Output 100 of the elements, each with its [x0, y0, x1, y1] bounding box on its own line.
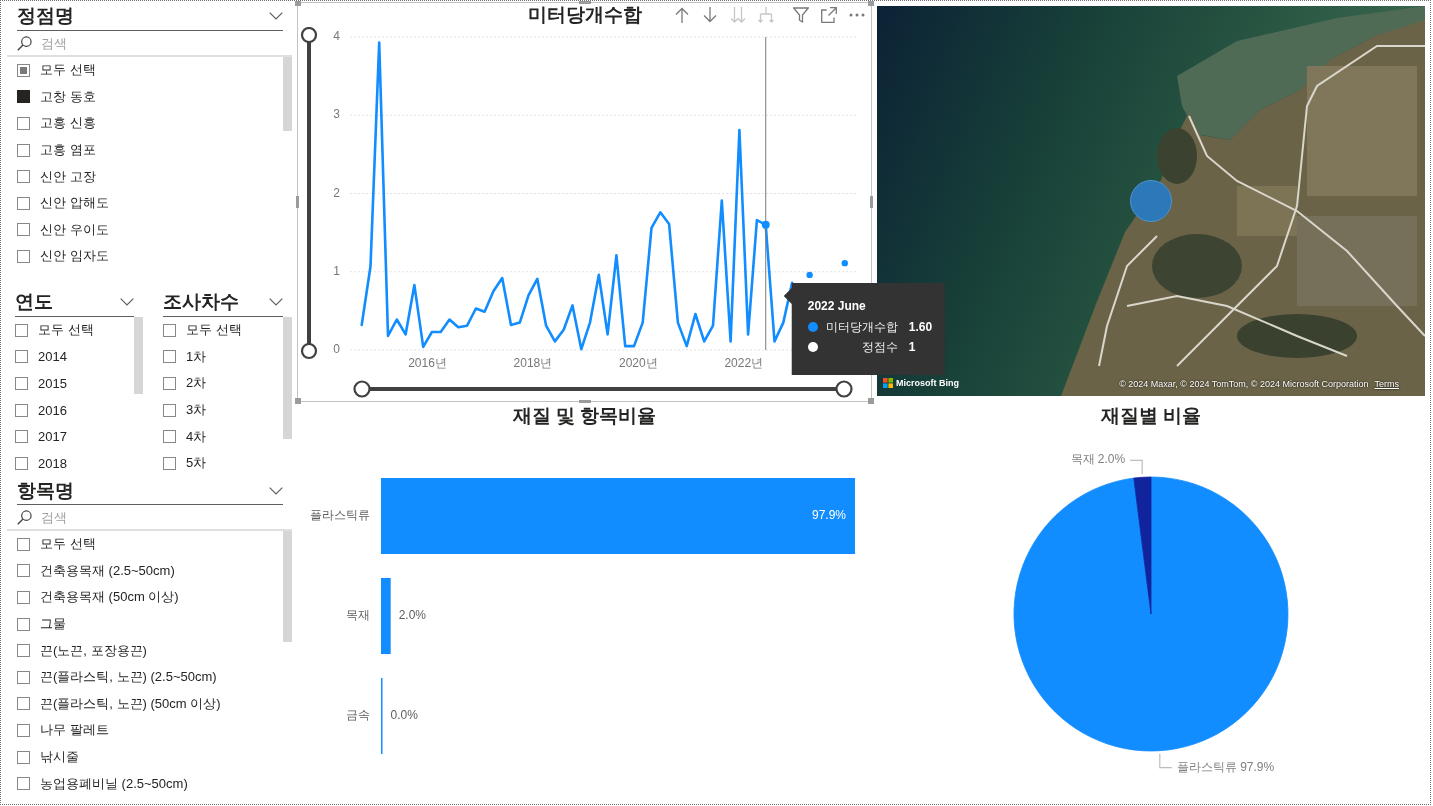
- slicer-option[interactable]: 5차: [163, 449, 207, 477]
- scrollbar[interactable]: [134, 317, 143, 394]
- axis-label: 0: [333, 342, 340, 357]
- data-label: 97.9%: [811, 508, 846, 523]
- slicer-option[interactable]: 끈(플라스틱, 노끈) (50cm 이상): [17, 690, 221, 718]
- slicer-option[interactable]: 그물: [17, 610, 66, 638]
- slicer-option[interactable]: 끈(플라스틱, 노끈) (2.5~50cm): [17, 663, 217, 691]
- pop-out-icon[interactable]: [821, 7, 837, 23]
- arrow-up-icon[interactable]: [674, 7, 690, 23]
- slicer-option[interactable]: 고흥 염포: [17, 136, 96, 164]
- slicer-option[interactable]: 2차: [163, 370, 207, 397]
- checkbox[interactable]: [17, 170, 30, 184]
- checkbox[interactable]: [17, 564, 30, 578]
- bubble-marker-icon[interactable]: [1130, 180, 1172, 222]
- checkbox[interactable]: [17, 143, 30, 157]
- scrollbar[interactable]: [283, 531, 292, 642]
- slicer-option[interactable]: 나무 팔레트: [17, 717, 109, 744]
- scrollbar[interactable]: [283, 57, 292, 131]
- checkbox[interactable]: [163, 377, 176, 390]
- checkbox[interactable]: [163, 430, 176, 444]
- chevron-down-icon[interactable]: [120, 298, 134, 306]
- search-field[interactable]: 검색: [41, 508, 161, 526]
- resize-handle[interactable]: [295, 1, 301, 6]
- checkbox[interactable]: [17, 63, 30, 77]
- slicer-option[interactable]: 모두 선택: [163, 317, 242, 344]
- slicer-option[interactable]: 2015: [15, 370, 67, 397]
- slicer-option[interactable]: 고흥 신흥: [17, 110, 96, 137]
- chart-title: 재질별 비율: [1100, 404, 1202, 428]
- checkbox[interactable]: [17, 644, 30, 658]
- checkbox[interactable]: [15, 403, 28, 417]
- axis-label: 1: [333, 263, 340, 278]
- checkbox[interactable]: [17, 617, 30, 631]
- checkbox[interactable]: [163, 323, 176, 337]
- checkbox[interactable]: [17, 196, 30, 210]
- slicer-option[interactable]: 2017: [15, 423, 67, 450]
- checkbox[interactable]: [17, 90, 30, 104]
- slicer-option[interactable]: 고창 동호: [17, 83, 96, 111]
- pie-slice[interactable]: [1133, 476, 1152, 615]
- data-label: 목재 2.0%: [1070, 452, 1126, 467]
- category-label: 플라스틱류: [310, 508, 370, 523]
- checkbox[interactable]: [17, 591, 30, 604]
- slicer-title: 항목명: [17, 480, 74, 502]
- checkbox[interactable]: [15, 377, 28, 390]
- resize-handle[interactable]: [296, 196, 299, 208]
- tooltip-value: 1: [908, 340, 917, 354]
- slicer-option[interactable]: 신안 임자도: [17, 243, 109, 270]
- slicer-option[interactable]: 2014: [15, 343, 67, 371]
- slicer-option[interactable]: 3차: [163, 396, 207, 424]
- terms-link[interactable]: Terms: [1374, 379, 1399, 389]
- resize-handle[interactable]: [578, 400, 591, 403]
- checkbox[interactable]: [15, 456, 28, 470]
- checkbox[interactable]: [17, 249, 30, 263]
- scrollbar[interactable]: [283, 317, 292, 439]
- chevron-down-icon[interactable]: [269, 298, 283, 306]
- slicer-option[interactable]: 낚시줄: [17, 743, 79, 771]
- checkbox[interactable]: [15, 350, 28, 364]
- slicer-option[interactable]: 모두 선택: [15, 317, 94, 344]
- slicer-option[interactable]: 농업용폐비닐 (2.5~50cm): [17, 770, 188, 797]
- resize-handle[interactable]: [578, 1, 591, 4]
- resize-handle[interactable]: [868, 1, 874, 6]
- checkbox[interactable]: [17, 723, 30, 737]
- slicer-option[interactable]: 모두 선택: [17, 57, 96, 84]
- filter-icon[interactable]: [793, 7, 809, 23]
- zoom-slider[interactable]: [353, 380, 853, 398]
- zoom-slider[interactable]: [300, 27, 318, 360]
- checkbox[interactable]: [163, 456, 176, 470]
- slicer-option[interactable]: 2016: [15, 396, 67, 424]
- slicer-option[interactable]: 신안 고장: [17, 163, 96, 190]
- checkbox[interactable]: [17, 670, 30, 684]
- pie-slice[interactable]: [1013, 476, 1289, 752]
- chevron-down-icon[interactable]: [269, 12, 283, 20]
- checkbox[interactable]: [17, 537, 30, 551]
- chevron-down-icon[interactable]: [269, 487, 283, 495]
- slicer-option[interactable]: 신안 우이도: [17, 216, 109, 244]
- chart-title: 재질 및 항목비율: [512, 404, 657, 428]
- data-label: 플라스틱류 97.9%: [1176, 759, 1275, 774]
- checkbox[interactable]: [17, 117, 30, 130]
- checkbox[interactable]: [17, 697, 30, 711]
- more-icon[interactable]: [849, 13, 865, 17]
- slicer-option[interactable]: 2018: [15, 449, 67, 477]
- slicer-option[interactable]: 신안 압해도: [17, 189, 109, 217]
- slicer-option[interactable]: 건축용목재 (2.5~50cm): [17, 557, 175, 585]
- checkbox[interactable]: [163, 403, 176, 417]
- arrow-down-icon[interactable]: [702, 7, 718, 23]
- slicer-option[interactable]: 1차: [163, 343, 207, 371]
- resize-handle[interactable]: [295, 398, 301, 404]
- resize-handle[interactable]: [870, 196, 873, 208]
- slicer-option[interactable]: 모두 선택: [17, 531, 96, 558]
- checkbox[interactable]: [15, 430, 28, 444]
- search-field[interactable]: 검색: [41, 34, 161, 52]
- checkbox[interactable]: [163, 350, 176, 364]
- checkbox[interactable]: [17, 777, 30, 791]
- slicer-option[interactable]: 4차: [163, 423, 207, 450]
- checkbox[interactable]: [17, 750, 30, 764]
- resize-handle[interactable]: [868, 398, 874, 404]
- checkbox[interactable]: [15, 323, 28, 337]
- checkbox[interactable]: [17, 223, 30, 237]
- tooltip-value: 1.60: [908, 320, 933, 334]
- slicer-option[interactable]: 끈(노끈, 포장용끈): [17, 637, 147, 664]
- slicer-option[interactable]: 건축용목재 (50cm 이상): [17, 584, 179, 611]
